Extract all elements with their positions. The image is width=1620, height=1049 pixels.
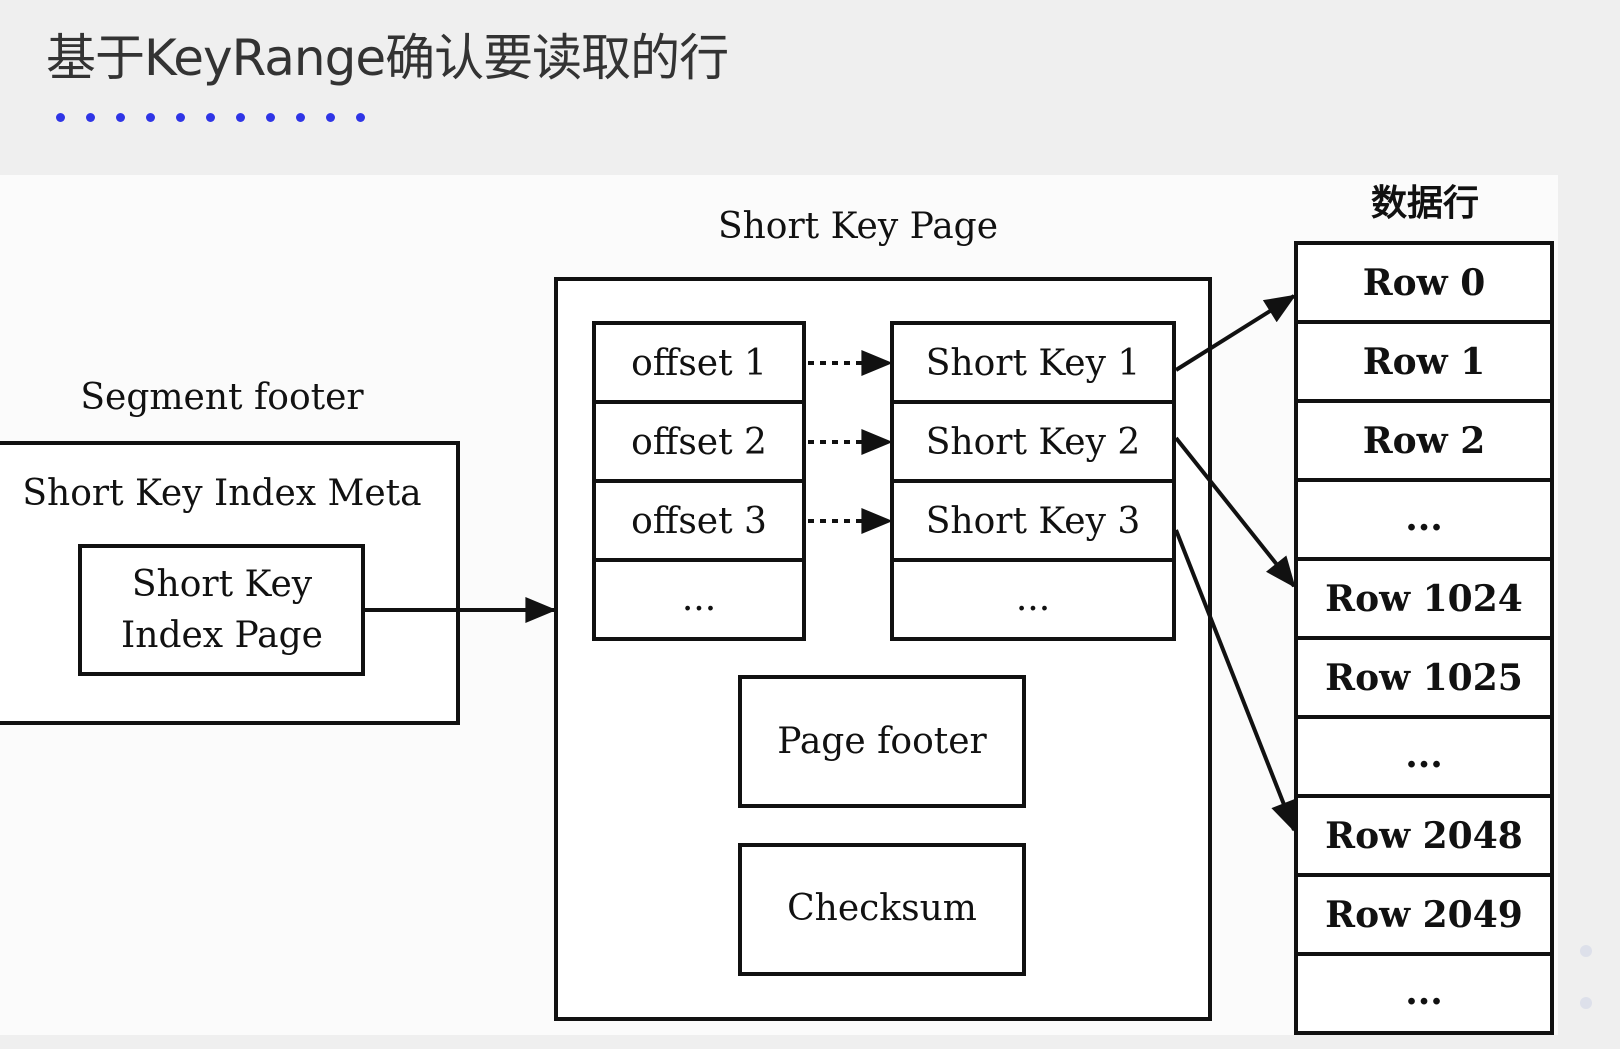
short-key-cell: Short Key 3 <box>926 501 1141 542</box>
short-key-index-diagram: Short Key Page 数据行 Segment footer Short … <box>0 182 1554 1035</box>
index-page-label-line2: Index Page <box>121 615 323 656</box>
data-row-cell: Row 1024 <box>1325 578 1523 620</box>
offset-column: offset 1 offset 2 offset 3 ... <box>592 321 806 641</box>
data-row-cell: ... <box>1405 971 1443 1013</box>
short-key-column: Short Key 1 Short Key 2 Short Key 3 ... <box>890 321 1176 641</box>
short-key-page-title: Short Key Page <box>718 206 998 247</box>
offset-cell: offset 2 <box>631 422 767 463</box>
data-row-cell: Row 2048 <box>1325 815 1523 857</box>
data-row-cell: Row 1 <box>1363 341 1486 383</box>
data-row-cell: Row 2 <box>1363 420 1486 462</box>
offset-cell: offset 3 <box>631 501 767 542</box>
data-rows-title: 数据行 <box>1371 182 1479 224</box>
data-rows-column: Row 0 Row 1 Row 2 ... Row 1024 Row 1025 … <box>1294 241 1554 1035</box>
short-key-cell: ... <box>1016 578 1050 619</box>
slide-nav-dots <box>1580 945 1596 1015</box>
page-footer-label: Page footer <box>777 721 987 762</box>
data-row-cell: Row 0 <box>1363 262 1486 304</box>
segment-footer-title: Segment footer <box>80 377 364 418</box>
checksum-label: Checksum <box>787 888 977 929</box>
offset-cell: offset 1 <box>631 343 767 384</box>
data-row-cell: Row 2049 <box>1325 894 1523 936</box>
short-key-cell: Short Key 2 <box>926 422 1141 463</box>
short-key-cell: Short Key 1 <box>926 343 1141 384</box>
offset-cell: ... <box>682 578 716 619</box>
index-meta-label: Short Key Index Meta <box>22 473 421 514</box>
data-row-cell: ... <box>1405 734 1443 776</box>
data-row-cell: Row 1025 <box>1325 657 1523 699</box>
index-page-label-line1: Short Key <box>132 564 313 605</box>
data-row-cell: ... <box>1405 497 1443 539</box>
